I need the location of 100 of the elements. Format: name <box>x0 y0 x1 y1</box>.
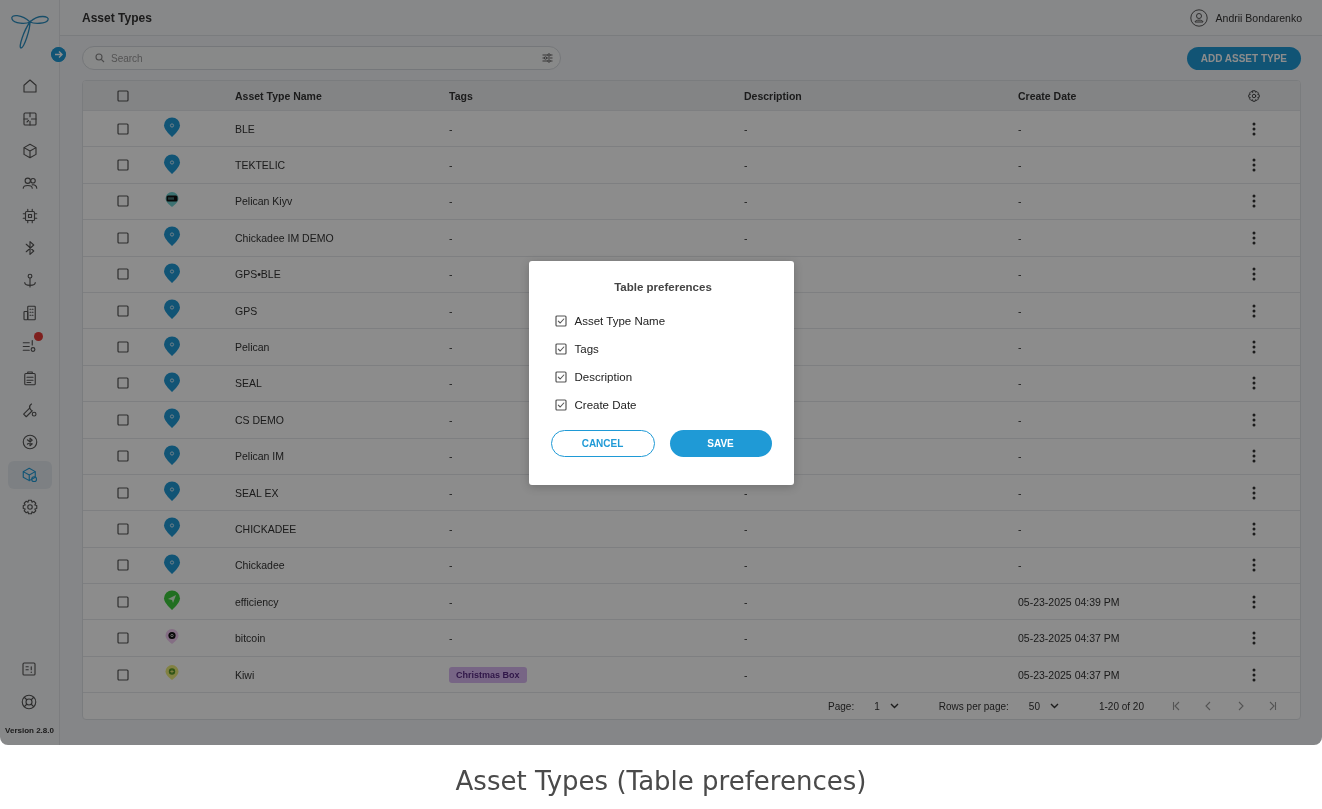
table-cell: efficiency <box>235 595 279 608</box>
rows-per-page-select[interactable]: 50 <box>1022 696 1065 717</box>
page-select[interactable]: 1 <box>868 696 905 717</box>
table-cell: - <box>744 231 748 244</box>
filter-icon[interactable] <box>542 53 553 63</box>
settings-icon[interactable] <box>1247 88 1261 103</box>
more-options-icon[interactable] <box>1252 449 1256 464</box>
row-checkbox[interactable] <box>117 268 129 281</box>
user-name[interactable]: Andrii Bondarenko <box>1215 11 1302 24</box>
expand-sidebar-icon[interactable] <box>51 47 66 62</box>
save-button[interactable]: SAVE <box>669 429 772 457</box>
table-cell: - <box>1018 450 1022 463</box>
table-cell: 05-23-2025 04:37 PM <box>1018 632 1120 645</box>
chip-icon <box>20 206 39 225</box>
map-marker-icon <box>163 481 181 503</box>
table-cell: - <box>1018 231 1022 244</box>
version-label: Version 2.8.0 <box>5 726 54 735</box>
row-checkbox[interactable] <box>117 523 129 535</box>
row-checkbox[interactable] <box>117 122 129 135</box>
table-cell: TEKTELIC <box>235 159 286 172</box>
more-options-icon[interactable] <box>1252 303 1256 318</box>
more-options-icon[interactable] <box>1252 412 1256 427</box>
page-range: 1-20 of 20 <box>1098 700 1144 712</box>
map-marker-icon <box>163 517 181 539</box>
table-cell: - <box>744 632 748 645</box>
row-checkbox[interactable] <box>117 231 129 244</box>
table-cell: - <box>744 122 748 135</box>
column-checkbox[interactable] <box>554 370 567 383</box>
tag-chip: Christmas Box <box>449 666 527 683</box>
map-marker-icon <box>163 444 181 466</box>
more-options-icon[interactable] <box>1252 194 1256 209</box>
row-checkbox[interactable] <box>117 632 129 645</box>
user-avatar-icon[interactable] <box>1189 8 1208 27</box>
table-cell: BLE <box>235 122 255 135</box>
table-cell: CS DEMO <box>235 413 284 426</box>
more-options-icon[interactable] <box>1252 594 1256 609</box>
last-page-icon[interactable] <box>1267 701 1277 712</box>
row-checkbox[interactable] <box>117 304 129 317</box>
previous-page-icon[interactable] <box>1203 701 1213 712</box>
column-checkbox[interactable] <box>554 314 567 327</box>
row-checkbox[interactable] <box>117 559 129 572</box>
bluetooth-circle-icon <box>20 433 39 452</box>
home-icon <box>20 77 39 96</box>
table-cell: - <box>1018 523 1022 535</box>
more-options-icon[interactable] <box>1252 558 1256 573</box>
row-checkbox[interactable] <box>117 195 129 208</box>
table-cell: Pelican IM <box>235 450 285 463</box>
more-options-icon[interactable] <box>1252 340 1256 355</box>
table-cell: - <box>1018 159 1022 172</box>
more-options-icon[interactable] <box>1252 667 1256 682</box>
table-cell: 05-23-2025 04:37 PM <box>1018 668 1120 681</box>
row-checkbox[interactable] <box>117 450 129 463</box>
row-checkbox[interactable] <box>117 377 129 390</box>
table-cell: SEAL <box>235 377 262 390</box>
table-cell: - <box>449 195 453 208</box>
more-options-icon[interactable] <box>1252 230 1256 245</box>
more-options-icon[interactable] <box>1252 121 1256 136</box>
row-checkbox[interactable] <box>117 486 129 499</box>
table-cell: Chickadee IM DEMO <box>235 231 334 244</box>
row-checkbox[interactable] <box>117 668 129 681</box>
more-options-icon[interactable] <box>1252 631 1256 646</box>
more-options-icon[interactable] <box>1252 522 1256 536</box>
table-cell: 05-23-2025 04:39 PM <box>1018 595 1120 608</box>
table-cell: - <box>1018 304 1022 317</box>
more-options-icon[interactable] <box>1252 267 1256 282</box>
row-checkbox[interactable] <box>117 341 129 354</box>
table-cell: bitcoin <box>235 632 266 645</box>
column-checkbox[interactable] <box>554 398 567 411</box>
more-options-icon[interactable] <box>1252 376 1256 391</box>
select-all-checkbox[interactable] <box>117 89 129 102</box>
more-options-icon[interactable] <box>1252 485 1256 500</box>
rows-per-page-label: Rows per page: <box>938 700 1009 712</box>
map-marker-icon <box>163 262 181 284</box>
checkbox-label: Asset Type Name <box>574 314 666 327</box>
table-cell: - <box>449 486 453 499</box>
table-cell: - <box>1018 195 1022 208</box>
table-cell: SEAL EX <box>235 486 279 499</box>
table-cell: - <box>449 413 453 426</box>
table-cell: CHICKADEE <box>235 523 297 535</box>
chevron-down-icon <box>889 703 899 710</box>
table-cell: - <box>1018 559 1022 572</box>
table-cell: - <box>744 595 748 608</box>
row-checkbox[interactable] <box>117 159 129 172</box>
table-cell: - <box>1018 341 1022 354</box>
table-cell: - <box>744 195 748 208</box>
row-checkbox[interactable] <box>117 413 129 426</box>
table-cell: - <box>449 523 453 535</box>
floorplan-icon <box>20 109 39 128</box>
table-cell: - <box>1018 413 1022 426</box>
more-options-icon[interactable] <box>1252 158 1256 173</box>
table-cell: - <box>449 268 453 281</box>
table-cell: - <box>449 341 453 354</box>
column-checkbox[interactable] <box>554 342 567 355</box>
row-checkbox[interactable] <box>117 595 129 608</box>
chevron-down-icon <box>1049 703 1059 710</box>
map-marker-icon <box>163 590 181 612</box>
first-page-icon[interactable] <box>1171 701 1181 712</box>
map-marker-icon <box>163 408 181 430</box>
table-cell: - <box>744 486 748 499</box>
nav-item[interactable] <box>7 460 52 490</box>
